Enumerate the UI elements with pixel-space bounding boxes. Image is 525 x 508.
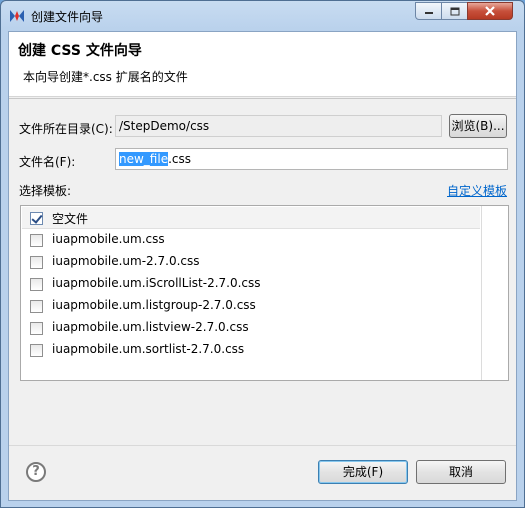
- template-list[interactable]: 空文件 iuapmobile.um.css iuapmobile.um-2.7.…: [20, 205, 509, 381]
- template-label: 选择模板:: [19, 184, 72, 198]
- app-logo-icon: [10, 10, 24, 22]
- template-item-label: iuapmobile.um-2.7.0.css: [52, 254, 200, 268]
- list-column-divider: [481, 206, 482, 380]
- wizard-description: 本向导创建*.css 扩展名的文件: [23, 70, 188, 84]
- list-item[interactable]: iuapmobile.um.iScrollList-2.7.0.css: [22, 273, 480, 295]
- wizard-window: 创建文件向导 创建 CSS 文件向导 本向导创建*.css 扩展名的文件 文件所…: [0, 0, 525, 508]
- list-item[interactable]: iuapmobile.um.listgroup-2.7.0.css: [22, 295, 480, 317]
- finish-button[interactable]: 完成(F): [318, 460, 408, 484]
- maximize-icon: [450, 7, 459, 15]
- filename-extension: .css: [168, 152, 191, 166]
- directory-value: /StepDemo/css: [119, 119, 210, 133]
- template-item-label: iuapmobile.um.listview-2.7.0.css: [52, 320, 249, 334]
- template-checkbox[interactable]: [30, 344, 43, 357]
- browse-button[interactable]: 浏览(B)...: [449, 114, 507, 138]
- filename-input[interactable]: new_file.css: [115, 148, 508, 170]
- template-item-label: iuapmobile.um.iScrollList-2.7.0.css: [52, 276, 261, 290]
- template-item-label: iuapmobile.um.sortlist-2.7.0.css: [52, 342, 245, 356]
- window-title: 创建文件向导: [31, 10, 104, 24]
- template-checkbox[interactable]: [30, 300, 43, 313]
- template-checkbox[interactable]: [30, 322, 43, 335]
- title-bar[interactable]: 创建文件向导: [1, 1, 524, 31]
- banner-divider: [9, 98, 516, 99]
- list-item[interactable]: iuapmobile.um-2.7.0.css: [22, 251, 480, 273]
- list-item[interactable]: iuapmobile.um.css: [22, 229, 480, 251]
- directory-label: 文件所在目录(C):: [19, 122, 113, 136]
- list-item[interactable]: iuapmobile.um.sortlist-2.7.0.css: [22, 339, 480, 361]
- list-item[interactable]: 空文件: [22, 207, 480, 229]
- cancel-button[interactable]: 取消: [416, 460, 506, 484]
- template-item-label: iuapmobile.um.listgroup-2.7.0.css: [52, 298, 256, 312]
- wizard-banner: 创建 CSS 文件向导 本向导创建*.css 扩展名的文件: [9, 32, 516, 97]
- template-checkbox[interactable]: [30, 256, 43, 269]
- filename-selected-text: new_file: [119, 152, 169, 166]
- template-checkbox[interactable]: [30, 212, 43, 225]
- maximize-button[interactable]: [441, 2, 468, 20]
- close-icon: [485, 6, 495, 16]
- minimize-icon: [424, 12, 433, 14]
- list-item[interactable]: iuapmobile.um.listview-2.7.0.css: [22, 317, 480, 339]
- template-checkbox[interactable]: [30, 234, 43, 247]
- footer-divider: [9, 445, 516, 446]
- dialog-client-area: 创建 CSS 文件向导 本向导创建*.css 扩展名的文件 文件所在目录(C):…: [8, 31, 517, 501]
- help-icon[interactable]: ?: [26, 462, 46, 482]
- minimize-button[interactable]: [415, 2, 442, 20]
- template-checkbox[interactable]: [30, 278, 43, 291]
- template-item-label: 空文件: [52, 212, 89, 226]
- template-item-label: iuapmobile.um.css: [52, 232, 165, 246]
- filename-label: 文件名(F):: [19, 155, 76, 169]
- custom-template-link[interactable]: 自定义模板: [447, 182, 507, 199]
- wizard-title: 创建 CSS 文件向导: [18, 43, 142, 59]
- directory-field[interactable]: /StepDemo/css: [115, 115, 442, 137]
- close-button[interactable]: [467, 2, 513, 20]
